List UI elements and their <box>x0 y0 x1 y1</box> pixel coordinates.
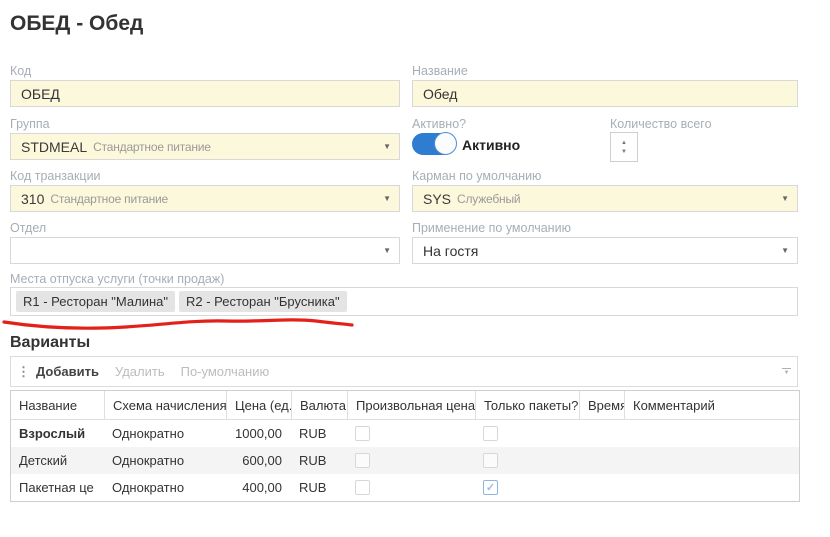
spinner-down-icon[interactable]: ▼ <box>621 149 627 155</box>
table-row[interactable]: Пакетная це Однократно 400,00 RUB <box>11 474 799 501</box>
col-header-time[interactable]: Время <box>579 391 624 419</box>
chevron-down-icon[interactable]: ▼ <box>781 247 789 255</box>
total-count-stepper[interactable]: ▲ ▼ <box>610 132 638 162</box>
packages-only-checkbox[interactable] <box>483 426 498 441</box>
name-label: Название <box>412 64 468 78</box>
cell-comment <box>624 474 799 501</box>
cell-name: Детский <box>11 447 104 474</box>
col-header-arbitrary-price[interactable]: Произвольная цена <box>347 391 475 419</box>
sale-points-field[interactable]: R1 - Ресторан "Малина" R2 - Ресторан "Бр… <box>10 287 798 316</box>
red-underline-annotation <box>0 314 360 336</box>
department-combo[interactable]: ▼ <box>10 237 400 264</box>
arbitrary-price-checkbox[interactable] <box>355 453 370 468</box>
transaction-code-desc: Стандартное питание <box>50 192 168 206</box>
add-button[interactable]: Добавить <box>36 364 99 379</box>
table-row[interactable]: Взрослый Однократно 1000,00 RUB <box>11 420 799 447</box>
cell-currency: RUB <box>291 447 347 474</box>
name-value: Обед <box>423 86 457 102</box>
delete-button[interactable]: Удалить <box>115 364 165 379</box>
sale-point-tag[interactable]: R2 - Ресторан "Брусника" <box>179 291 347 312</box>
code-value: ОБЕД <box>21 86 60 102</box>
cell-comment <box>624 447 799 474</box>
transaction-code-combo[interactable]: 310 Стандартное питание ▼ <box>10 185 400 212</box>
cell-price: 400,00 <box>226 474 291 501</box>
default-pocket-desc: Служебный <box>457 192 520 206</box>
default-application-combo[interactable]: На гостя ▼ <box>412 237 798 264</box>
default-application-label: Применение по умолчанию <box>412 221 571 235</box>
code-input[interactable]: ОБЕД <box>10 80 400 107</box>
table-row[interactable]: Детский Однократно 600,00 RUB <box>11 447 799 474</box>
toggle-knob-icon <box>434 132 457 155</box>
packages-only-checkbox[interactable] <box>483 453 498 468</box>
toolbar-overflow-icon[interactable]: ▼ <box>782 368 791 376</box>
col-header-packages-only[interactable]: Только пакеты? <box>475 391 579 419</box>
variants-heading: Варианты <box>10 334 90 352</box>
chevron-down-icon[interactable]: ▼ <box>383 143 391 151</box>
col-header-comment[interactable]: Комментарий <box>624 391 799 419</box>
cell-currency: RUB <box>291 420 347 447</box>
cell-time <box>579 474 624 501</box>
cell-scheme: Однократно <box>104 474 226 501</box>
chevron-down-icon[interactable]: ▼ <box>383 195 391 203</box>
variants-table: Название Схема начисления Цена (ед.) Вал… <box>10 390 800 502</box>
cell-currency: RUB <box>291 474 347 501</box>
default-pocket-combo[interactable]: SYS Служебный ▼ <box>412 185 798 212</box>
sale-points-label: Места отпуска услуги (точки продаж) <box>10 272 224 286</box>
department-label: Отдел <box>10 221 46 235</box>
packages-only-checkbox[interactable] <box>483 480 498 495</box>
cell-name: Взрослый <box>11 420 104 447</box>
spinner-up-icon[interactable]: ▲ <box>621 140 627 146</box>
group-combo[interactable]: STDMEAL Стандартное питание ▼ <box>10 133 400 160</box>
cell-name: Пакетная це <box>11 474 104 501</box>
default-application-value: На гостя <box>423 243 478 259</box>
toolbar-grip-icon[interactable]: ⋮ <box>11 364 36 380</box>
col-header-name[interactable]: Название <box>11 391 104 419</box>
cell-price: 600,00 <box>226 447 291 474</box>
group-label: Группа <box>10 117 50 131</box>
arbitrary-price-checkbox[interactable] <box>355 426 370 441</box>
col-header-scheme[interactable]: Схема начисления <box>104 391 226 419</box>
group-code: STDMEAL <box>21 139 87 155</box>
variants-toolbar: ⋮ Добавить Удалить По-умолчанию ▼ <box>10 356 798 387</box>
cell-time <box>579 420 624 447</box>
active-toggle[interactable] <box>412 133 456 155</box>
chevron-down-icon[interactable]: ▼ <box>781 195 789 203</box>
cell-comment <box>624 420 799 447</box>
page-title: ОБЕД - Обед <box>10 12 143 36</box>
cell-time <box>579 447 624 474</box>
col-header-currency[interactable]: Валюта <box>291 391 347 419</box>
total-count-label: Количество всего <box>610 117 712 131</box>
transaction-code-label: Код транзакции <box>10 169 101 183</box>
name-input[interactable]: Обед <box>412 80 798 107</box>
service-edit-page: ОБЕД - Обед Код ОБЕД Название Обед Групп… <box>0 0 830 537</box>
group-desc: Стандартное питание <box>93 140 211 154</box>
arbitrary-price-checkbox[interactable] <box>355 480 370 495</box>
cell-scheme: Однократно <box>104 420 226 447</box>
chevron-down-icon[interactable]: ▼ <box>383 247 391 255</box>
transaction-code-value: 310 <box>21 191 44 207</box>
red-underline-path <box>4 320 352 328</box>
col-header-price[interactable]: Цена (ед.) <box>226 391 291 419</box>
code-label: Код <box>10 64 31 78</box>
set-default-button[interactable]: По-умолчанию <box>181 364 270 379</box>
table-header-row: Название Схема начисления Цена (ед.) Вал… <box>11 391 799 420</box>
cell-scheme: Однократно <box>104 447 226 474</box>
sale-point-tag[interactable]: R1 - Ресторан "Малина" <box>16 291 175 312</box>
default-pocket-label: Карман по умолчанию <box>412 169 541 183</box>
active-label: Активно? <box>412 117 466 131</box>
default-pocket-code: SYS <box>423 191 451 207</box>
cell-price: 1000,00 <box>226 420 291 447</box>
active-state-text: Активно <box>462 137 520 153</box>
